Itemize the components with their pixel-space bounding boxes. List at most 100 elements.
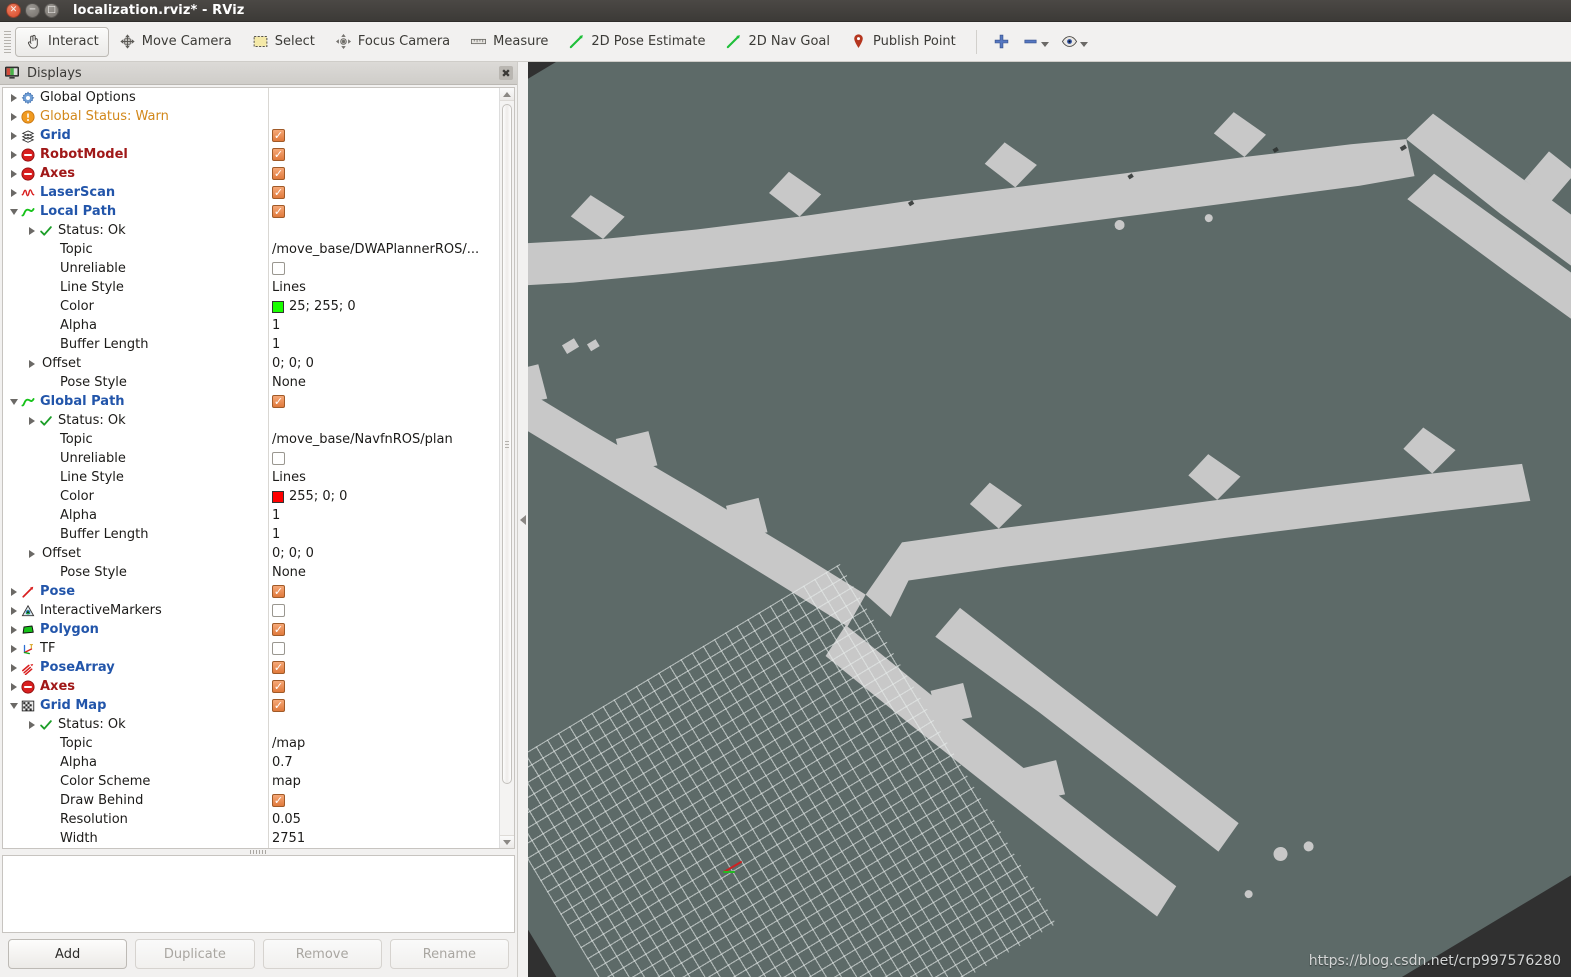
chevron-right-icon[interactable] [7, 169, 20, 178]
tree-row-gp-posestyle[interactable]: Pose Style None [3, 563, 499, 582]
tool-2d-nav-goal[interactable]: 2D Nav Goal [715, 27, 840, 57]
color-value-text[interactable]: 255; 0; 0 [289, 489, 347, 504]
enable-checkbox[interactable]: ✓ [272, 794, 285, 807]
3d-render-view[interactable]: https://blog.csdn.net/crp997576280 [528, 62, 1571, 977]
property-value-text[interactable]: /move_base/NavfnROS/plan [272, 432, 453, 447]
enable-checkbox[interactable]: ✓ [272, 167, 285, 180]
dock-render-splitter[interactable] [518, 62, 528, 977]
tree-row-interactivemarkers[interactable]: InteractiveMarkers [3, 601, 499, 620]
chevron-right-icon[interactable] [7, 663, 20, 672]
tree-row-lp-linestyle[interactable]: Line Style Lines [3, 278, 499, 297]
remove-tool-button[interactable] [1016, 28, 1055, 56]
chevron-down-icon[interactable] [7, 208, 20, 215]
tree-row-tf[interactable]: TF [3, 639, 499, 658]
tree-row-gm-resolution[interactable]: Resolution 0.05 [3, 810, 499, 829]
tree-row-local-path[interactable]: Local Path ✓ [3, 202, 499, 221]
displays-tree[interactable]: Global Options Global Status: Warn Grid ✓ Ro… [3, 88, 499, 848]
chevron-down-icon[interactable] [7, 398, 20, 405]
enable-checkbox[interactable]: ✓ [272, 680, 285, 693]
scrollbar-thumb[interactable] [502, 104, 512, 784]
tree-row-gm-width[interactable]: Width 2751 [3, 829, 499, 848]
chevron-down-icon[interactable] [1079, 41, 1088, 47]
scroll-up-button[interactable] [500, 88, 514, 101]
tool-publish-point[interactable]: Publish Point [840, 27, 966, 57]
tree-row-gm-alpha[interactable]: Alpha 0.7 [3, 753, 499, 772]
tree-row-gp-unreliable[interactable]: Unreliable [3, 449, 499, 468]
chevron-right-icon[interactable] [25, 416, 38, 425]
property-value-text[interactable]: 2751 [272, 831, 305, 846]
tree-row-gp-buffer[interactable]: Buffer Length 1 [3, 525, 499, 544]
tool-focus-camera[interactable]: Focus Camera [325, 27, 460, 57]
property-value-text[interactable]: map [272, 774, 301, 789]
tree-row-posearray[interactable]: PoseArray ✓ [3, 658, 499, 677]
displays-scrollbar[interactable] [499, 88, 514, 848]
add-tool-button[interactable] [987, 28, 1016, 56]
tree-row-robotmodel[interactable]: RobotModel ✓ [3, 145, 499, 164]
tree-row-lp-color[interactable]: Color 25; 255; 0 [3, 297, 499, 316]
chevron-right-icon[interactable] [7, 131, 20, 140]
property-value-text[interactable]: None [272, 375, 306, 390]
tree-row-axes-2[interactable]: Axes ✓ [3, 677, 499, 696]
enable-checkbox[interactable]: ✓ [272, 699, 285, 712]
tree-row-gp-offset[interactable]: Offset 0; 0; 0 [3, 544, 499, 563]
enable-checkbox[interactable]: ✓ [272, 148, 285, 161]
property-value-text[interactable]: 0; 0; 0 [272, 356, 314, 371]
tree-row-gm-colorscheme[interactable]: Color Scheme map [3, 772, 499, 791]
property-value-text[interactable]: 1 [272, 527, 280, 542]
tree-row-laserscan[interactable]: LaserScan ✓ [3, 183, 499, 202]
tree-row-lp-status[interactable]: Status: Ok [3, 221, 499, 240]
enable-checkbox[interactable] [272, 452, 285, 465]
chevron-right-icon[interactable] [25, 720, 38, 729]
tool-select[interactable]: Select [242, 27, 325, 57]
minimize-icon[interactable]: ─ [25, 3, 40, 18]
tree-row-lp-posestyle[interactable]: Pose Style None [3, 373, 499, 392]
enable-checkbox[interactable] [272, 604, 285, 617]
tool-move-camera[interactable]: Move Camera [109, 27, 242, 57]
tree-row-gp-linestyle[interactable]: Line Style Lines [3, 468, 499, 487]
tree-row-lp-alpha[interactable]: Alpha 1 [3, 316, 499, 335]
tree-row-lp-unreliable[interactable]: Unreliable [3, 259, 499, 278]
chevron-down-icon[interactable] [7, 702, 20, 709]
enable-checkbox[interactable]: ✓ [272, 661, 285, 674]
tree-row-polygon[interactable]: Polygon ✓ [3, 620, 499, 639]
visibility-button[interactable] [1055, 28, 1094, 56]
property-value-text[interactable]: None [272, 565, 306, 580]
chevron-right-icon[interactable] [25, 226, 38, 235]
tool-measure[interactable]: Measure [460, 27, 558, 57]
color-value-text[interactable]: 25; 255; 0 [289, 299, 356, 314]
tree-row-global-options[interactable]: Global Options [3, 88, 499, 107]
property-value-text[interactable]: 1 [272, 337, 280, 352]
chevron-right-icon[interactable] [25, 549, 38, 558]
tree-row-pose[interactable]: Pose ✓ [3, 582, 499, 601]
chevron-right-icon[interactable] [7, 644, 20, 653]
tree-row-global-path[interactable]: Global Path ✓ [3, 392, 499, 411]
property-value-text[interactable]: 0.05 [272, 812, 301, 827]
tree-row-global-status[interactable]: Global Status: Warn [3, 107, 499, 126]
property-value-text[interactable]: Lines [272, 280, 306, 295]
property-value-text[interactable]: /move_base/DWAPlannerROS/... [272, 242, 479, 257]
tree-row-gp-color[interactable]: Color 255; 0; 0 [3, 487, 499, 506]
property-value-text[interactable]: 0; 0; 0 [272, 546, 314, 561]
tree-row-gm-drawbehind[interactable]: Draw Behind ✓ [3, 791, 499, 810]
chevron-right-icon[interactable] [7, 93, 20, 102]
enable-checkbox[interactable] [272, 262, 285, 275]
tree-row-lp-topic[interactable]: Topic/move_base/DWAPlannerROS/... [3, 240, 499, 259]
enable-checkbox[interactable] [272, 642, 285, 655]
property-value-text[interactable]: 1 [272, 508, 280, 523]
tree-row-gp-status[interactable]: Status: Ok [3, 411, 499, 430]
tree-row-gp-alpha[interactable]: Alpha 1 [3, 506, 499, 525]
color-swatch[interactable] [272, 490, 284, 503]
chevron-right-icon[interactable] [7, 587, 20, 596]
tree-row-gm-topic[interactable]: Topic/map [3, 734, 499, 753]
tree-row-gp-topic[interactable]: Topic/move_base/NavfnROS/plan [3, 430, 499, 449]
enable-checkbox[interactable]: ✓ [272, 623, 285, 636]
enable-checkbox[interactable]: ✓ [272, 186, 285, 199]
chevron-right-icon[interactable] [25, 359, 38, 368]
property-value-text[interactable]: 1 [272, 318, 280, 333]
close-icon[interactable]: ✕ [6, 3, 21, 18]
chevron-right-icon[interactable] [7, 188, 20, 197]
property-value-text[interactable]: /map [272, 736, 305, 751]
property-value-text[interactable]: Lines [272, 470, 306, 485]
close-icon[interactable]: ✖ [499, 66, 513, 80]
maximize-icon[interactable]: □ [44, 3, 59, 18]
